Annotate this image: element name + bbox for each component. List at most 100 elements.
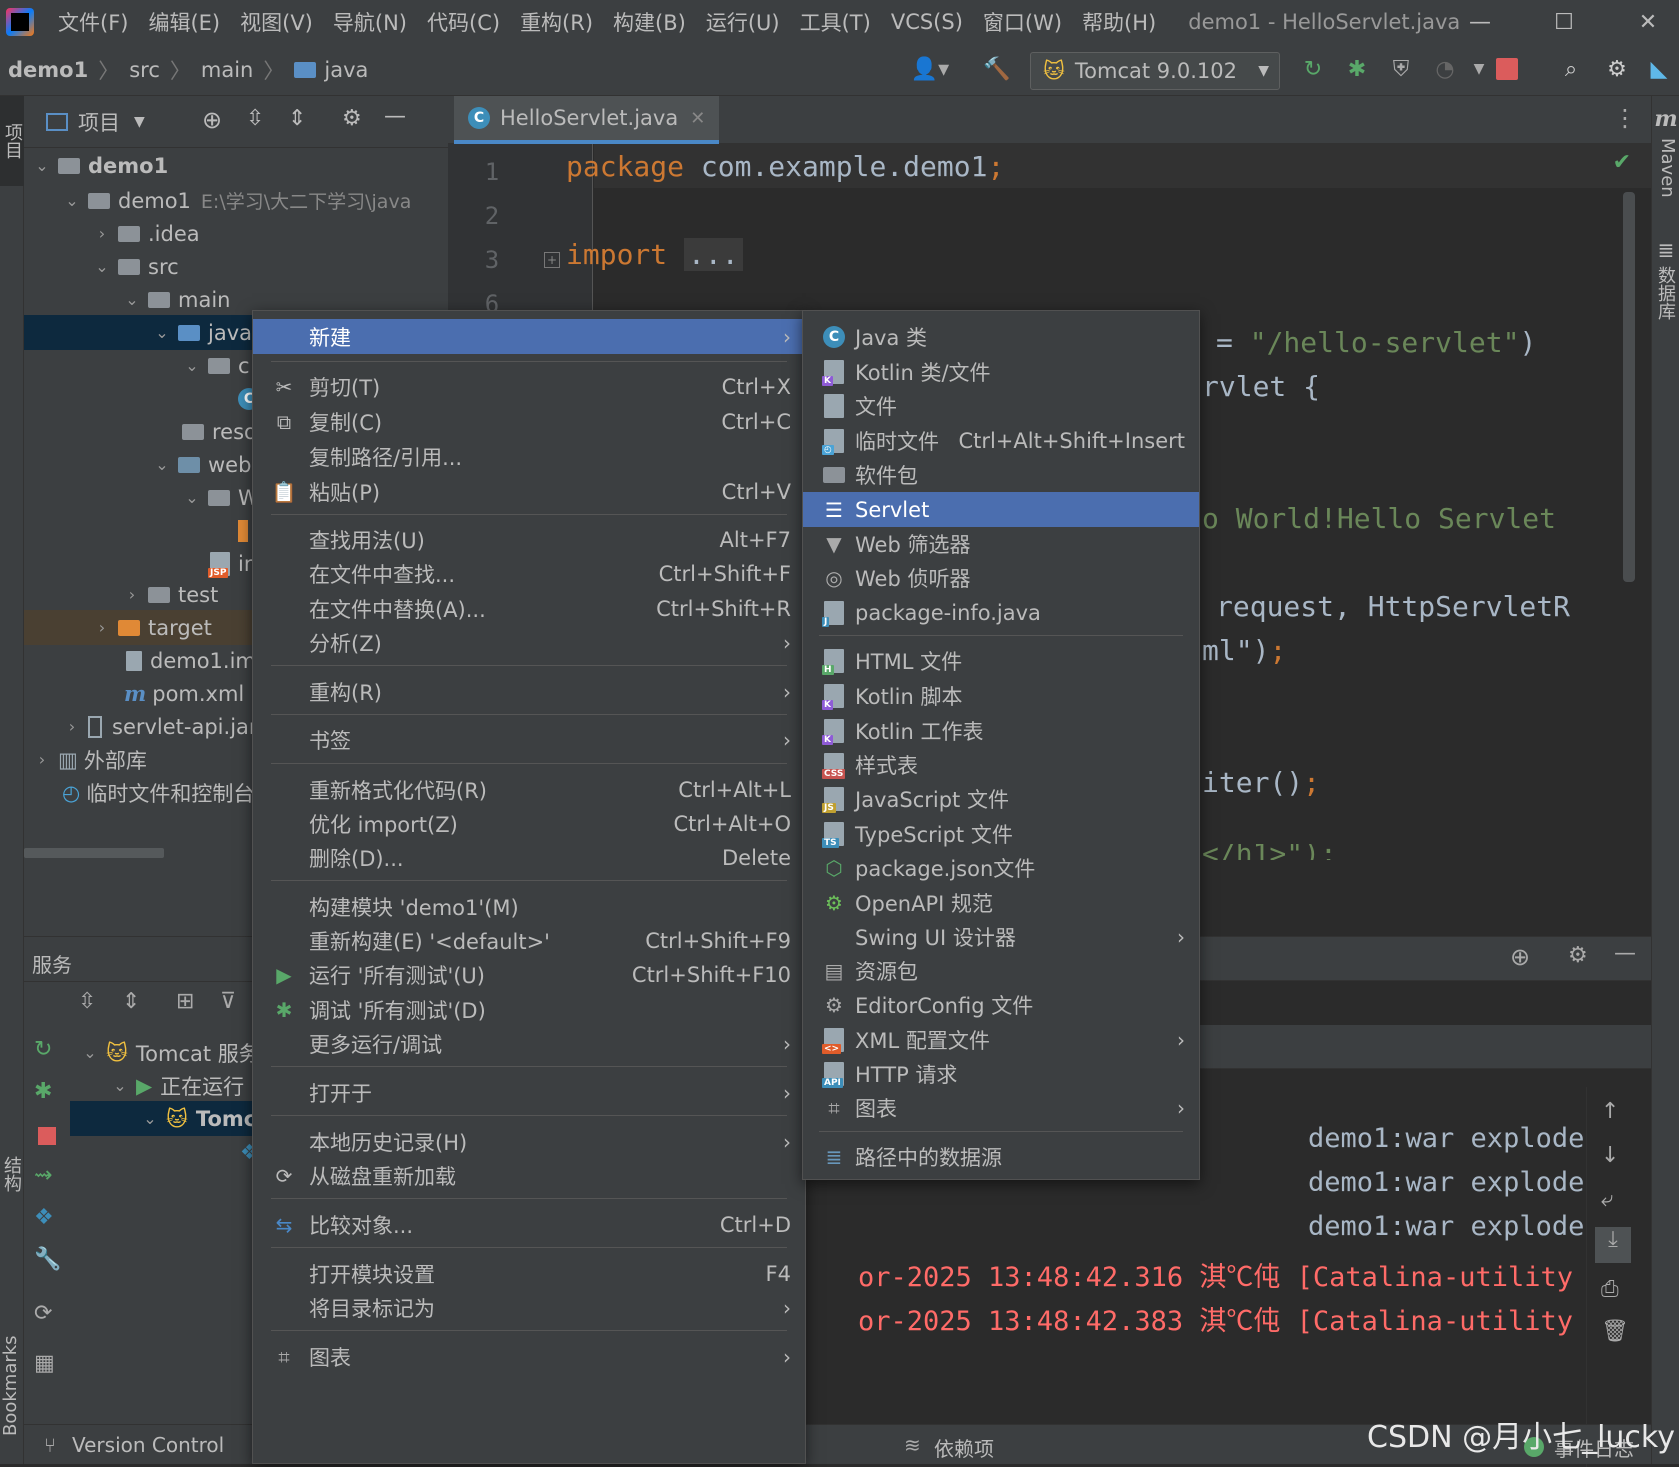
tree-item-demo1-root[interactable]: ⌄ demo1 <box>24 148 448 183</box>
menu-item-find-in-files[interactable]: 在文件中查找... Ctrl+Shift+F <box>253 556 805 591</box>
code-line-h1[interactable]: </h1>"); <box>1202 844 1337 860</box>
code-line-webservlet[interactable]: = "/hello-servlet") <box>1216 326 1536 359</box>
expand-all-icon[interactable]: ⇳ <box>246 106 264 131</box>
more-options-icon[interactable]: ⋮ <box>1613 104 1637 132</box>
gear-icon[interactable]: ⚙ <box>1568 943 1588 968</box>
coverage-icon[interactable]: ⛨ <box>1384 52 1418 86</box>
gear-icon[interactable]: ⚙ <box>342 106 362 131</box>
menu-item-debug-all-tests[interactable]: ✱ 调试 '所有测试'(D) <box>253 992 805 1027</box>
arrow-down-icon[interactable]: ↓ <box>1601 1143 1619 1168</box>
stop-icon[interactable] <box>38 1127 56 1145</box>
structure-tool-tab[interactable]: 结构 <box>0 1156 24 1226</box>
project-tool-tab[interactable]: 项目 <box>0 96 24 186</box>
arrow-up-icon[interactable]: ↑ <box>1601 1099 1619 1124</box>
maximize-icon[interactable]: ☐ <box>1535 0 1593 44</box>
menu-item-diagrams[interactable]: ⌗ 图表 › <box>253 1339 805 1374</box>
breadcrumb-java[interactable]: java <box>324 58 368 82</box>
code-line-doget[interactable]: request, HttpServletR <box>1216 590 1570 623</box>
build-hammer-icon[interactable]: 🔨 <box>980 52 1014 86</box>
filter-icon[interactable]: ⊽ <box>220 989 236 1014</box>
submenu-item-typescript-file[interactable]: TS TypeScript 文件 <box>803 816 1199 851</box>
submenu-item-package-info[interactable]: Jpackage-info.java <box>803 595 1199 630</box>
submenu-item-data-source-in-path[interactable]: ≣ 路径中的数据源 <box>803 1139 1199 1174</box>
scroll-to-end-icon[interactable]: ⤓ <box>1595 1227 1631 1263</box>
menu-item-new[interactable]: 新建 › <box>253 319 805 354</box>
group-by-icon[interactable]: ⊞ <box>176 989 194 1014</box>
submenu-item-editorconfig[interactable]: ⚙ EditorConfig 文件 <box>803 987 1199 1022</box>
submenu-item-file[interactable]: 文件 <box>803 388 1199 423</box>
menu-tools[interactable]: 工具(T) <box>790 7 881 37</box>
submenu-item-kotlin-class[interactable]: K Kotlin 类/文件 <box>803 354 1199 389</box>
submenu-item-http-request[interactable]: API HTTP 请求 <box>803 1056 1199 1091</box>
submenu-item-kotlin-script[interactable]: K Kotlin 脚本 <box>803 678 1199 713</box>
menu-window[interactable]: 窗口(W) <box>973 7 1072 37</box>
rerun-icon[interactable]: ↻ <box>34 1037 52 1062</box>
submenu-item-html-file[interactable]: H HTML 文件 <box>803 643 1199 678</box>
menu-item-find-usages[interactable]: 查找用法(U) Alt+F7 <box>253 522 805 557</box>
menu-item-build-module[interactable]: 构建模块 'demo1'(M) <box>253 889 805 924</box>
submenu-item-java-class[interactable]: C Java 类 <box>803 319 1199 354</box>
menu-refactor[interactable]: 重构(R) <box>510 7 603 37</box>
menu-item-module-settings[interactable]: 打开模块设置 F4 <box>253 1256 805 1291</box>
menu-item-rebuild[interactable]: 重新构建(E) '<default>' Ctrl+Shift+F9 <box>253 923 805 958</box>
menu-item-open-in[interactable]: 打开于 › <box>253 1075 805 1110</box>
minimize-icon[interactable]: — <box>1451 0 1509 44</box>
menu-item-copy-path[interactable]: 复制路径/引用... <box>253 439 805 474</box>
tree-item-idea[interactable]: › .idea <box>24 216 448 251</box>
stop-icon[interactable] <box>1496 58 1518 80</box>
collapse-all-icon[interactable]: ⇕ <box>122 989 140 1014</box>
menu-item-local-history[interactable]: 本地历史记录(H) › <box>253 1124 805 1159</box>
user-icon[interactable]: 👤▾ <box>906 52 954 86</box>
submenu-item-stylesheet[interactable]: CSS 样式表 <box>803 747 1199 782</box>
submenu-item-diagram[interactable]: ⌗ 图表 › <box>803 1090 1199 1125</box>
tab-hello-servlet[interactable]: C HelloServlet.java ✕ <box>454 96 720 144</box>
menu-item-cut[interactable]: ✂ 剪切(T) Ctrl+X <box>253 369 805 404</box>
maven-tool-tab[interactable]: Maven <box>1654 138 1678 198</box>
version-control-tab[interactable]: Version Control <box>72 1433 224 1457</box>
profile-icon[interactable]: ◔ <box>1428 52 1462 86</box>
debug-icon[interactable]: ✱ <box>1340 52 1374 86</box>
submenu-item-swing-ui-designer[interactable]: Swing UI 设计器 › <box>803 919 1199 954</box>
submenu-item-openapi[interactable]: ⚙ OpenAPI 规范 <box>803 885 1199 920</box>
gear-icon[interactable]: ⚙ <box>1600 52 1634 86</box>
menu-item-optimize-imports[interactable]: 优化 import(Z) Ctrl+Alt+O <box>253 806 805 841</box>
code-line-content-type[interactable]: ml"); <box>1202 634 1286 667</box>
artifact-icon[interactable]: ❖ <box>34 1205 54 1230</box>
wrench-icon[interactable]: 🔧 <box>34 1247 61 1272</box>
code-line-3[interactable]: import ... <box>566 238 743 271</box>
menu-item-reformat-code[interactable]: 重新格式化代码(R) Ctrl+Alt+L <box>253 772 805 807</box>
jetbrains-space-icon[interactable]: ◣ <box>1642 52 1676 86</box>
trash-icon[interactable]: 🗑 <box>1601 1319 1629 1344</box>
collapse-all-icon[interactable]: ⇕ <box>288 106 306 131</box>
menu-item-compare-with[interactable]: ⇆ 比较对象... Ctrl+D <box>253 1207 805 1242</box>
menu-build[interactable]: 构建(B) <box>603 7 696 37</box>
menu-item-analyze[interactable]: 分析(Z) › <box>253 625 805 660</box>
folded-imports[interactable]: ... <box>684 238 743 271</box>
bookmarks-tool-tab[interactable]: Bookmarks <box>0 1276 24 1436</box>
expand-all-icon[interactable]: ⇳ <box>78 989 96 1014</box>
breadcrumb-src[interactable]: src <box>129 58 160 82</box>
menu-item-refactor[interactable]: 重构(R) › <box>253 674 805 709</box>
menu-file[interactable]: 文件(F) <box>48 7 138 37</box>
horizontal-scrollbar[interactable] <box>24 848 164 858</box>
rerun-icon[interactable]: ↻ <box>1296 52 1330 86</box>
menu-item-copy[interactable]: ⧉ 复制(C) Ctrl+C <box>253 404 805 439</box>
menu-vcs[interactable]: VCS(S) <box>881 10 973 34</box>
project-panel-title[interactable]: 项目 <box>78 107 120 137</box>
code-line-writer[interactable]: iter(); <box>1202 766 1320 799</box>
menu-item-paste[interactable]: 📋 粘贴(P) Ctrl+V <box>253 474 805 509</box>
breadcrumb-main[interactable]: main <box>201 58 253 82</box>
submenu-item-web-listener[interactable]: ◎ Web 侦听器 <box>803 560 1199 595</box>
close-icon[interactable]: ✕ <box>1619 0 1677 44</box>
submenu-item-javascript-file[interactable]: JS JavaScript 文件 <box>803 781 1199 816</box>
menu-item-run-all-tests[interactable]: ▶ 运行 '所有测试'(U) Ctrl+Shift+F10 <box>253 957 805 992</box>
vertical-scrollbar[interactable] <box>1623 192 1635 582</box>
database-tool-tab[interactable]: 数据库 <box>1654 266 1678 320</box>
chevron-down-icon[interactable]: ▼ <box>1462 52 1496 86</box>
deploy-icon[interactable]: ⇝ <box>34 1163 52 1188</box>
submenu-item-kotlin-worksheet[interactable]: K Kotlin 工作表 <box>803 713 1199 748</box>
code-line-1[interactable]: package com.example.demo1; <box>566 150 1004 183</box>
menu-item-reload-from-disk[interactable]: ⟳ 从磁盘重新加载 <box>253 1158 805 1193</box>
breadcrumb-demo1[interactable]: demo1 <box>8 58 88 82</box>
layout-icon[interactable]: ▦ <box>34 1351 55 1376</box>
